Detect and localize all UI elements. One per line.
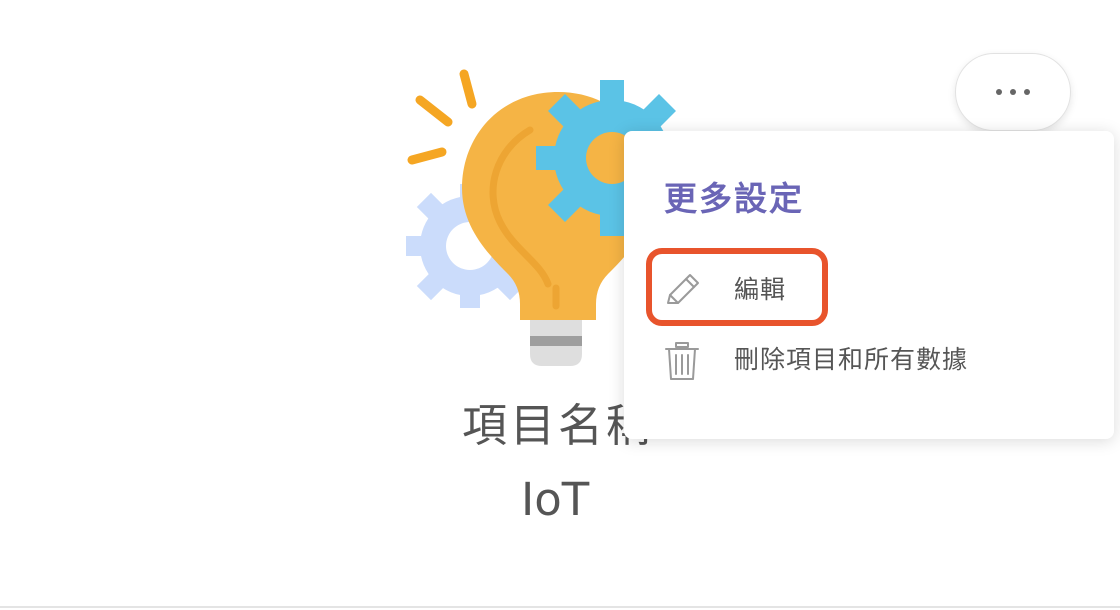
- project-name: IoT: [521, 473, 590, 526]
- menu-title: 更多設定: [664, 179, 804, 218]
- more-dots-icon: [1010, 89, 1016, 95]
- more-dots-icon: [996, 89, 1002, 95]
- bottom-divider: [0, 606, 1120, 608]
- more-settings-menu: 更多設定 編輯 刪除項目和所有數據: [624, 131, 1114, 439]
- project-page: 項目名稱 IoT 更多設定 編輯 刪除項目和所有數據: [0, 0, 1120, 610]
- pencil-icon: [667, 274, 699, 304]
- more-dots-icon: [1024, 89, 1030, 95]
- more-options-button[interactable]: [955, 53, 1071, 131]
- edit-menu-item[interactable]: 編輯: [654, 261, 1074, 319]
- delete-project-menu-item[interactable]: 刪除項目和所有數據: [654, 331, 1074, 389]
- edit-label: 編輯: [734, 275, 787, 304]
- trash-icon: [665, 342, 699, 380]
- delete-project-label: 刪除項目和所有數據: [734, 345, 969, 374]
